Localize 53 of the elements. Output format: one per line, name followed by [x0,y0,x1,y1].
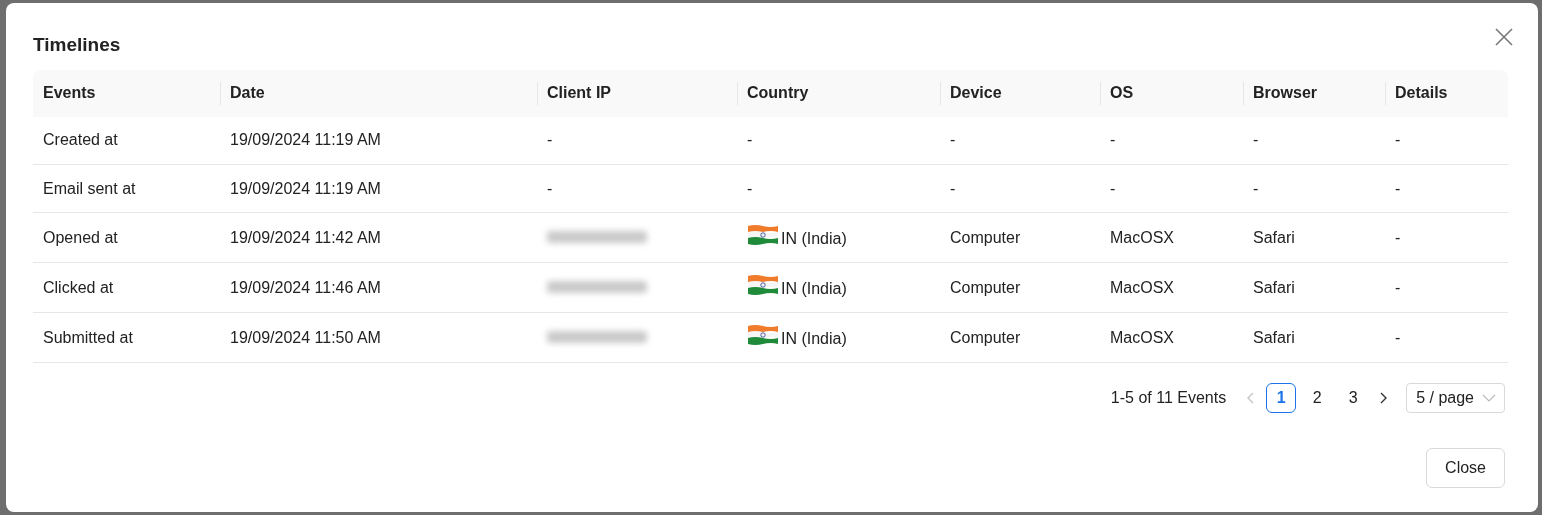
table-cell: - [1253,131,1259,149]
table-cell: 19/09/2024 11:19 AM [230,179,381,197]
table-cell: - [1253,179,1259,197]
table-cell: Created at [43,131,118,149]
table-cell: - [547,179,553,197]
column-header: Details [1385,69,1508,117]
table-cell: Computer [950,328,1021,346]
table-cell: - [1395,131,1401,149]
table-cell: - [1110,131,1116,149]
table-cell: Submitted at [43,328,133,346]
page-button[interactable]: 2 [1302,383,1333,413]
table-cell: MacOSX [1110,328,1174,346]
close-button[interactable]: Close [1426,448,1505,488]
table-cell: - [950,131,956,149]
column-header: Country [737,69,940,117]
table-cell: - [547,131,553,149]
column-header: OS [1100,69,1243,117]
column-header: Events [33,69,220,117]
table-cell: Email sent at [43,179,136,197]
table-cell: Clicked at [43,278,114,296]
table-cell: - [1395,179,1401,197]
pagination-summary: 1-5 of 11 Events [1110,388,1227,408]
column-header: Browser [1243,69,1385,117]
table-cell: - [747,179,753,197]
table-cell: Safari [1253,328,1295,346]
table-cell: IN (India) [781,230,847,247]
table-cell: Opened at [43,228,118,246]
table-cell: - [1395,228,1401,246]
table-cell: Safari [1253,228,1295,246]
caret-icon [1482,394,1496,402]
table-cell: 19/09/2024 11:50 AM [230,328,381,346]
column-header: Client IP [537,69,737,117]
page-size-select[interactable]: 5 / page [1406,383,1505,413]
column-header: Device [940,69,1100,117]
table-cell: Safari [1253,278,1295,296]
table-cell: 19/09/2024 11:19 AM [230,131,381,149]
column-header: Date [220,69,537,117]
table-cell: MacOSX [1110,228,1174,246]
dialog-title: Timelines [33,33,122,57]
table-cell: MacOSX [1110,278,1174,296]
table-cell: 19/09/2024 11:42 AM [230,228,381,246]
table-cell: - [1110,179,1116,197]
table-cell: - [950,179,956,197]
table-cell: 19/09/2024 11:46 AM [230,278,381,296]
table-cell: - [747,131,753,149]
table-cell: - [1395,278,1401,296]
table-cell: IN (India) [781,330,847,347]
table-cell: IN (India) [781,280,847,297]
page-button[interactable]: 3 [1338,383,1369,413]
table-cell: Computer [950,278,1021,296]
table-cell: Computer [950,228,1021,246]
page-button[interactable]: 1 [1266,383,1297,413]
table-cell: - [1395,328,1401,346]
